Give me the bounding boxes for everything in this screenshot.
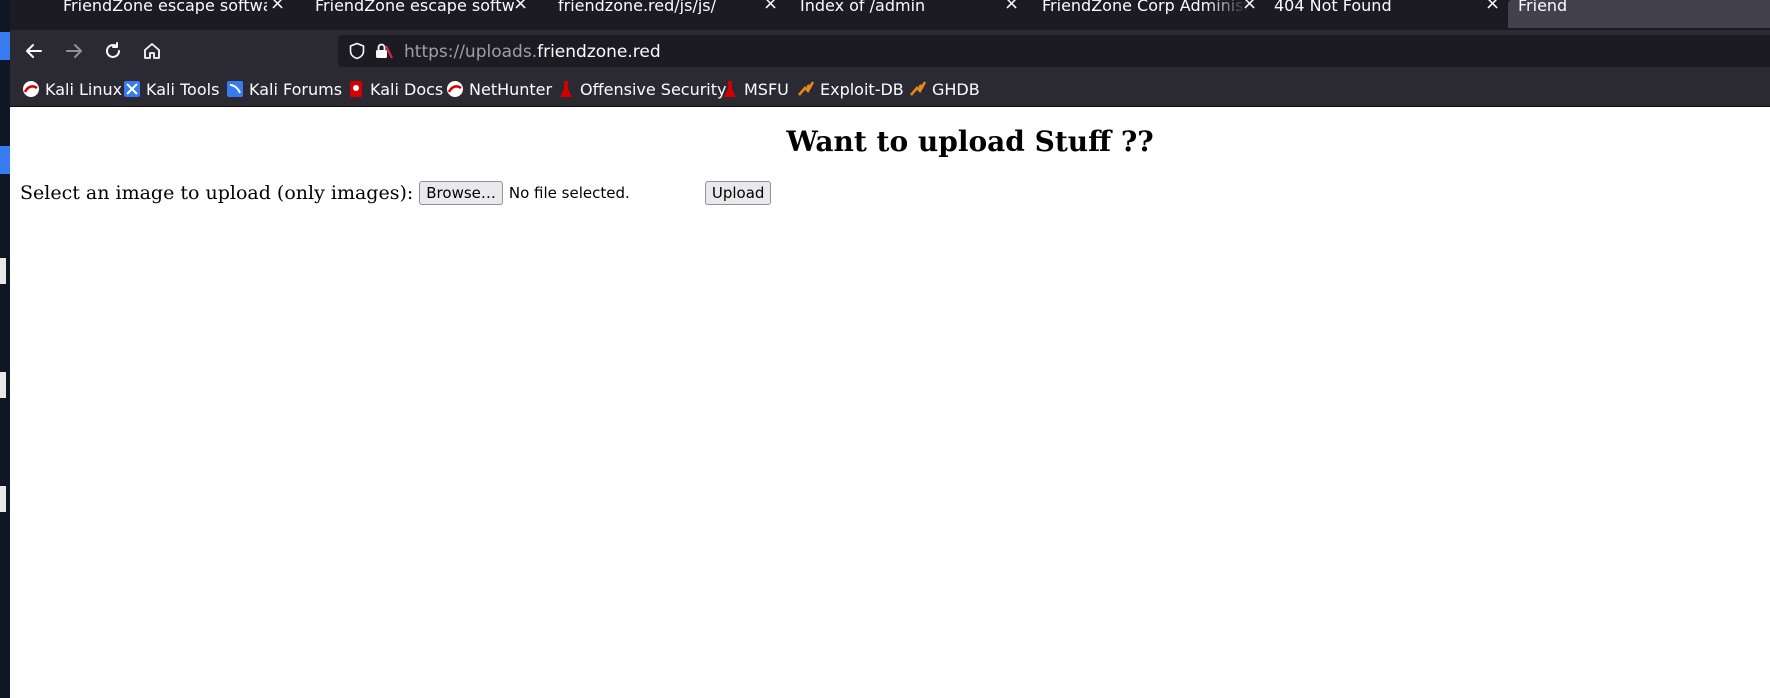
- bookmark-nethunter[interactable]: NetHunter: [446, 79, 552, 99]
- bookmark-label: Exploit-DB: [820, 79, 904, 99]
- home-icon: [144, 43, 160, 59]
- tab-title: Index of /admin: [800, 0, 926, 14]
- tab-title: FriendZone escape software: [315, 0, 515, 14]
- reload-button[interactable]: [99, 37, 127, 65]
- bookmarks-toolbar: Kali Linux Kali Tools Kali Forums Kali D…: [10, 72, 1770, 107]
- home-button[interactable]: [138, 37, 166, 65]
- tab-title: friendzone.red/js/js/: [558, 0, 717, 14]
- bookmark-offensive-security[interactable]: Offensive Security: [557, 79, 726, 99]
- desktop-highlight: [0, 146, 10, 174]
- ghdb-icon: [910, 81, 927, 96]
- browse-button[interactable]: Browse…: [419, 181, 503, 205]
- bookmark-kali-forums[interactable]: Kali Forums: [226, 79, 342, 99]
- page-title: Want to upload Stuff ??: [786, 125, 1154, 158]
- tab-title: FriendZone escape software: [63, 0, 267, 14]
- tab-title: FriendZone Corp Administra: [1042, 0, 1248, 14]
- tab-close-icon[interactable]: ×: [1004, 0, 1019, 13]
- kali-tools-icon: [124, 81, 140, 97]
- insecure-lock-icon[interactable]: [374, 42, 394, 64]
- upload-label: Select an image to upload (only images):: [20, 182, 414, 204]
- bookmark-ghdb[interactable]: GHDB: [909, 79, 980, 99]
- kali-forums-icon: [227, 81, 243, 97]
- bookmark-label: Kali Forums: [249, 79, 343, 99]
- tab-active[interactable]: Friend: [1508, 0, 1770, 28]
- tab-title: 404 Not Found: [1274, 0, 1392, 14]
- bookmark-msfu[interactable]: MSFU: [721, 79, 789, 99]
- desktop-highlight: [0, 32, 10, 60]
- tab[interactable]: FriendZone escape software ×: [10, 0, 310, 28]
- exploit-db-icon: [798, 81, 815, 96]
- page-content: Want to upload Stuff ?? Select an image …: [10, 107, 1770, 698]
- url-text[interactable]: https://uploads.friendzone.red: [404, 42, 661, 62]
- kali-dragon-icon: [23, 81, 39, 97]
- file-status-text: No file selected.: [508, 184, 630, 202]
- tab[interactable]: Index of /admin ×: [790, 0, 1030, 28]
- bookmark-label: Offensive Security: [580, 79, 727, 99]
- upload-button[interactable]: Upload: [704, 181, 772, 205]
- tab-close-icon[interactable]: ×: [1242, 0, 1257, 13]
- bookmark-label: GHDB: [932, 79, 980, 99]
- tab[interactable]: FriendZone Corp Administra ×: [1030, 0, 1270, 28]
- offsec-icon: [560, 81, 572, 97]
- tab-strip: FriendZone escape software × FriendZone …: [10, 0, 1770, 30]
- arrow-right-icon: [66, 44, 82, 58]
- bookmark-label: Kali Docs: [370, 79, 444, 99]
- forward-button[interactable]: [60, 37, 88, 65]
- bookmark-kali-linux[interactable]: Kali Linux: [22, 79, 122, 99]
- arrow-left-icon: [26, 44, 42, 58]
- tab[interactable]: friendzone.red/js/js/ ×: [550, 0, 790, 28]
- tab-close-icon[interactable]: ×: [513, 0, 528, 13]
- tab[interactable]: FriendZone escape software ×: [310, 0, 550, 28]
- navigation-toolbar: https://uploads.friendzone.red: [10, 30, 1770, 72]
- msfu-icon: [724, 81, 736, 97]
- url-scheme-subdomain: https://uploads.: [404, 42, 538, 62]
- desktop-file-icon[interactable]: [0, 486, 6, 512]
- tab-close-icon[interactable]: ×: [1485, 0, 1500, 13]
- desktop-background-strip: [0, 0, 10, 698]
- bookmark-label: NetHunter: [469, 79, 553, 99]
- tab[interactable]: 404 Not Found ×: [1270, 0, 1510, 28]
- reload-icon: [106, 42, 120, 58]
- tab-close-icon[interactable]: ×: [270, 0, 285, 13]
- kali-docs-icon: [350, 81, 362, 97]
- url-bar[interactable]: https://uploads.friendzone.red: [338, 35, 1770, 67]
- tab-title: Friend: [1518, 0, 1568, 14]
- bookmark-exploit-db[interactable]: Exploit-DB: [797, 79, 904, 99]
- desktop-file-icon[interactable]: [0, 258, 6, 284]
- back-button[interactable]: [20, 37, 48, 65]
- bookmark-label: Kali Tools: [146, 79, 220, 99]
- tracking-protection-shield-icon[interactable]: [348, 42, 366, 64]
- bookmark-kali-docs[interactable]: Kali Docs: [347, 79, 443, 99]
- url-domain: friendzone.red: [537, 42, 661, 62]
- bookmark-label: Kali Linux: [45, 79, 123, 99]
- browser-window: FriendZone escape software × FriendZone …: [10, 0, 1770, 698]
- nethunter-icon: [447, 81, 463, 97]
- upload-form: Select an image to upload (only images):…: [20, 181, 772, 205]
- tab-close-icon[interactable]: ×: [763, 0, 778, 13]
- bookmark-label: MSFU: [744, 79, 789, 99]
- desktop-file-icon[interactable]: [0, 372, 6, 398]
- bookmark-kali-tools[interactable]: Kali Tools: [123, 79, 219, 99]
